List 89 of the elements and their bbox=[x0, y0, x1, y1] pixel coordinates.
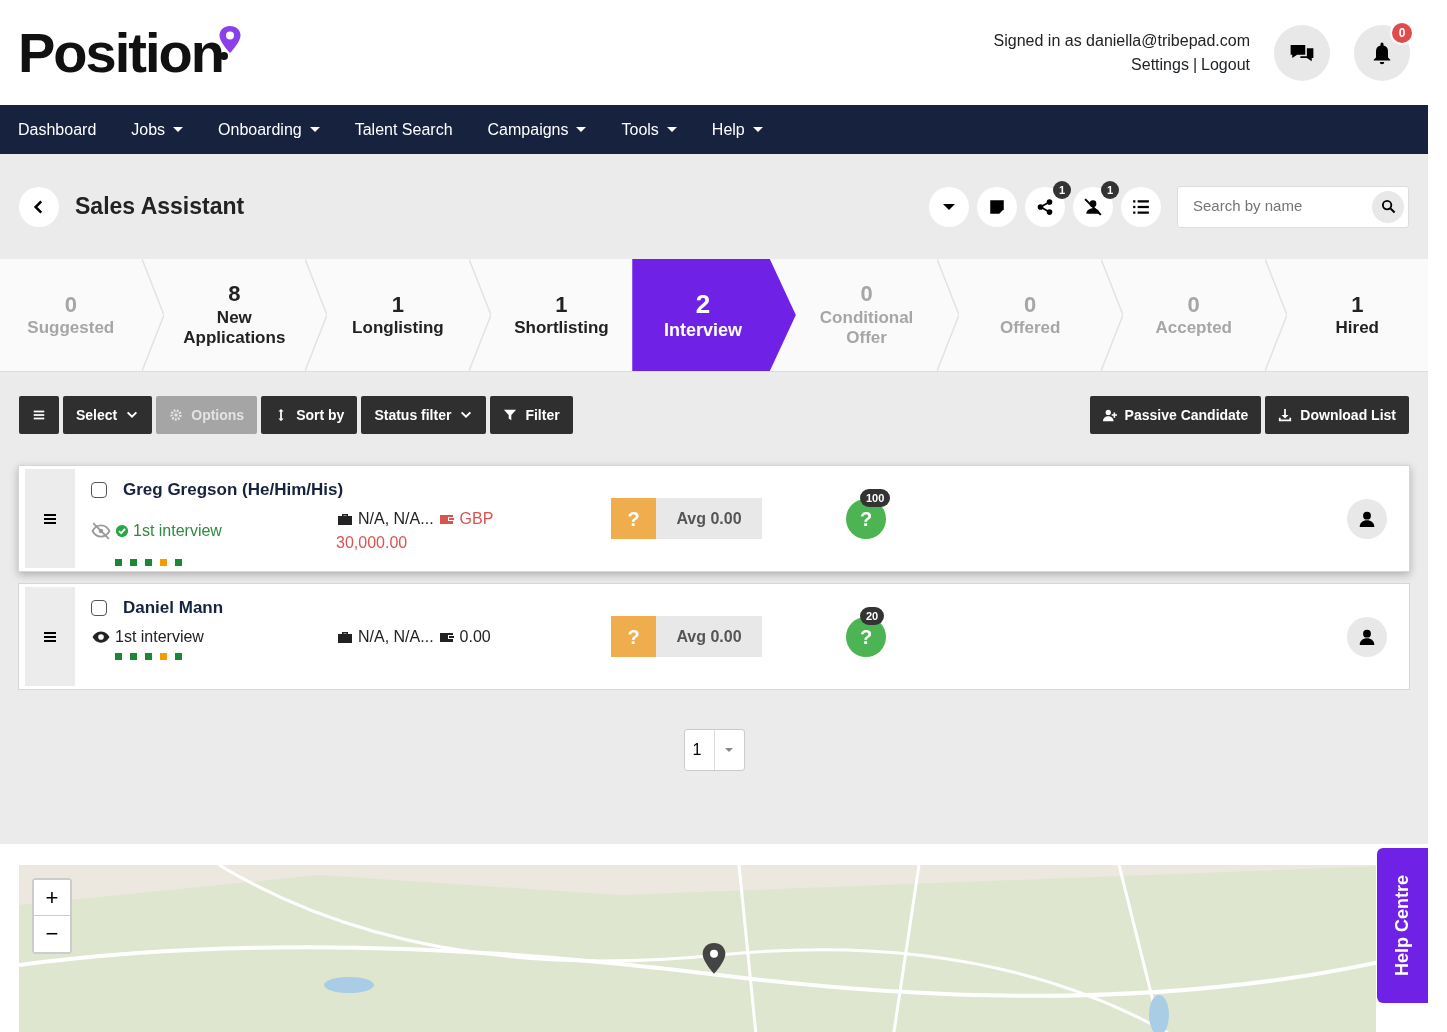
caret-icon bbox=[943, 203, 955, 210]
score-badge: 20 bbox=[860, 606, 885, 625]
stage-count: 1 bbox=[391, 291, 405, 318]
hidden-candidates-button[interactable] bbox=[1073, 186, 1113, 227]
status-text: 1st interview bbox=[115, 626, 204, 647]
share-icon bbox=[1036, 197, 1054, 216]
toolbar-button[interactable]: Filter bbox=[490, 396, 573, 434]
logo-text: Position bbox=[18, 19, 223, 86]
salary-amount: 30,000.00 bbox=[336, 532, 409, 553]
toolbar-button[interactable]: Select bbox=[63, 396, 153, 434]
count-badge: 1 bbox=[1101, 180, 1119, 199]
location-text: N/A, N/A... bbox=[358, 508, 434, 529]
person-plus-icon bbox=[1102, 408, 1117, 422]
rating-icon: ? bbox=[611, 616, 656, 657]
menu-button[interactable] bbox=[19, 396, 59, 434]
nav-item[interactable]: Campaigns bbox=[487, 117, 587, 142]
person-crossed-icon bbox=[1084, 197, 1102, 216]
drag-handle[interactable] bbox=[25, 587, 75, 686]
signed-in-text: Signed in as daniella@tribepad.com bbox=[993, 30, 1250, 51]
candidate-name[interactable]: Greg Gregson (He/Him/His) bbox=[123, 477, 344, 503]
stage-count: 8 bbox=[228, 281, 241, 308]
search-icon bbox=[1380, 199, 1396, 214]
notification-count: 0 bbox=[1390, 20, 1414, 45]
caret-icon bbox=[725, 748, 733, 752]
note-icon bbox=[988, 197, 1006, 216]
checkbox[interactable] bbox=[91, 481, 107, 498]
stage-count: 0 bbox=[1187, 291, 1200, 318]
nav-item[interactable]: Talent Search bbox=[354, 117, 453, 142]
notes-button[interactable] bbox=[977, 186, 1017, 227]
job-title: Sales Assistant bbox=[75, 192, 245, 222]
stage-label: New Applications bbox=[182, 307, 287, 349]
funnel-icon bbox=[503, 408, 518, 422]
toolbar-button[interactable]: Sort by bbox=[261, 396, 358, 434]
nav-item[interactable]: Tools bbox=[621, 117, 677, 142]
page-select[interactable]: 1 bbox=[683, 729, 745, 771]
stage-count: 0 bbox=[1024, 291, 1037, 318]
status-text: 1st interview bbox=[133, 520, 222, 541]
stage-count: 0 bbox=[860, 281, 873, 308]
account-link[interactable]: Settings bbox=[1131, 52, 1189, 77]
person-icon bbox=[1358, 509, 1376, 528]
average-score: Avg 0.00 bbox=[656, 616, 762, 657]
share-button[interactable] bbox=[1025, 186, 1065, 227]
toolbar-button[interactable]: Download List bbox=[1265, 396, 1409, 434]
rating-icon: ? bbox=[611, 498, 656, 539]
stage-label: Interview bbox=[664, 319, 743, 342]
separator: | bbox=[1192, 54, 1198, 75]
stage-label: Hired bbox=[1335, 318, 1379, 339]
stage-count: 1 bbox=[555, 291, 568, 318]
menu-icon bbox=[32, 408, 46, 422]
account-link[interactable]: Logout bbox=[1201, 52, 1250, 77]
count-badge: 1 bbox=[1053, 180, 1071, 199]
stage-tab[interactable]: 2 Interview bbox=[632, 259, 796, 371]
stage-label: Shortlisting bbox=[514, 318, 609, 339]
person-icon bbox=[1358, 627, 1376, 646]
salary-text: 0.00 bbox=[459, 626, 491, 647]
toolbar-button[interactable]: Status filter bbox=[361, 396, 487, 434]
zoom-in-button[interactable]: + bbox=[34, 880, 70, 916]
back-button[interactable] bbox=[19, 186, 59, 227]
help-centre-tab[interactable]: Help Centre bbox=[1377, 848, 1428, 1003]
toolbar-button[interactable]: Passive Candidate bbox=[1089, 396, 1262, 434]
profile-button[interactable] bbox=[1347, 616, 1387, 657]
list-view-button[interactable] bbox=[1121, 186, 1161, 227]
checkbox[interactable] bbox=[91, 599, 107, 616]
candidate-name[interactable]: Daniel Mann bbox=[123, 595, 224, 621]
list-icon bbox=[1132, 197, 1150, 216]
nav-item[interactable]: Onboarding bbox=[218, 117, 320, 142]
stage-count: 2 bbox=[695, 288, 711, 320]
stage-label: Offered bbox=[999, 318, 1061, 339]
stage-label: Suggested bbox=[27, 318, 115, 339]
stage-count: 0 bbox=[64, 291, 77, 318]
notifications-button[interactable]: 0 bbox=[1354, 24, 1410, 81]
stage-label: Accepted bbox=[1155, 318, 1232, 339]
gear-icon bbox=[169, 408, 184, 422]
search-button[interactable] bbox=[1372, 190, 1404, 223]
stage-label: Conditional Offer bbox=[818, 307, 915, 349]
salary-text: GBP bbox=[459, 508, 494, 529]
download-icon bbox=[1278, 408, 1293, 422]
stage-count: 1 bbox=[1351, 291, 1364, 318]
nav-item[interactable]: Dashboard bbox=[18, 117, 97, 142]
search-box[interactable]: Search by name bbox=[1177, 185, 1409, 228]
nav-item[interactable]: Jobs bbox=[131, 117, 184, 142]
score-badge: 100 bbox=[860, 488, 891, 507]
profile-button[interactable] bbox=[1347, 498, 1387, 539]
drag-handle[interactable] bbox=[25, 469, 75, 568]
stage-label: Longlisting bbox=[352, 318, 444, 339]
location-text: N/A, N/A... bbox=[358, 626, 434, 647]
nav-item[interactable]: Help bbox=[711, 117, 763, 142]
dropdown-button[interactable] bbox=[929, 186, 969, 227]
average-score: Avg 0.00 bbox=[656, 498, 762, 539]
